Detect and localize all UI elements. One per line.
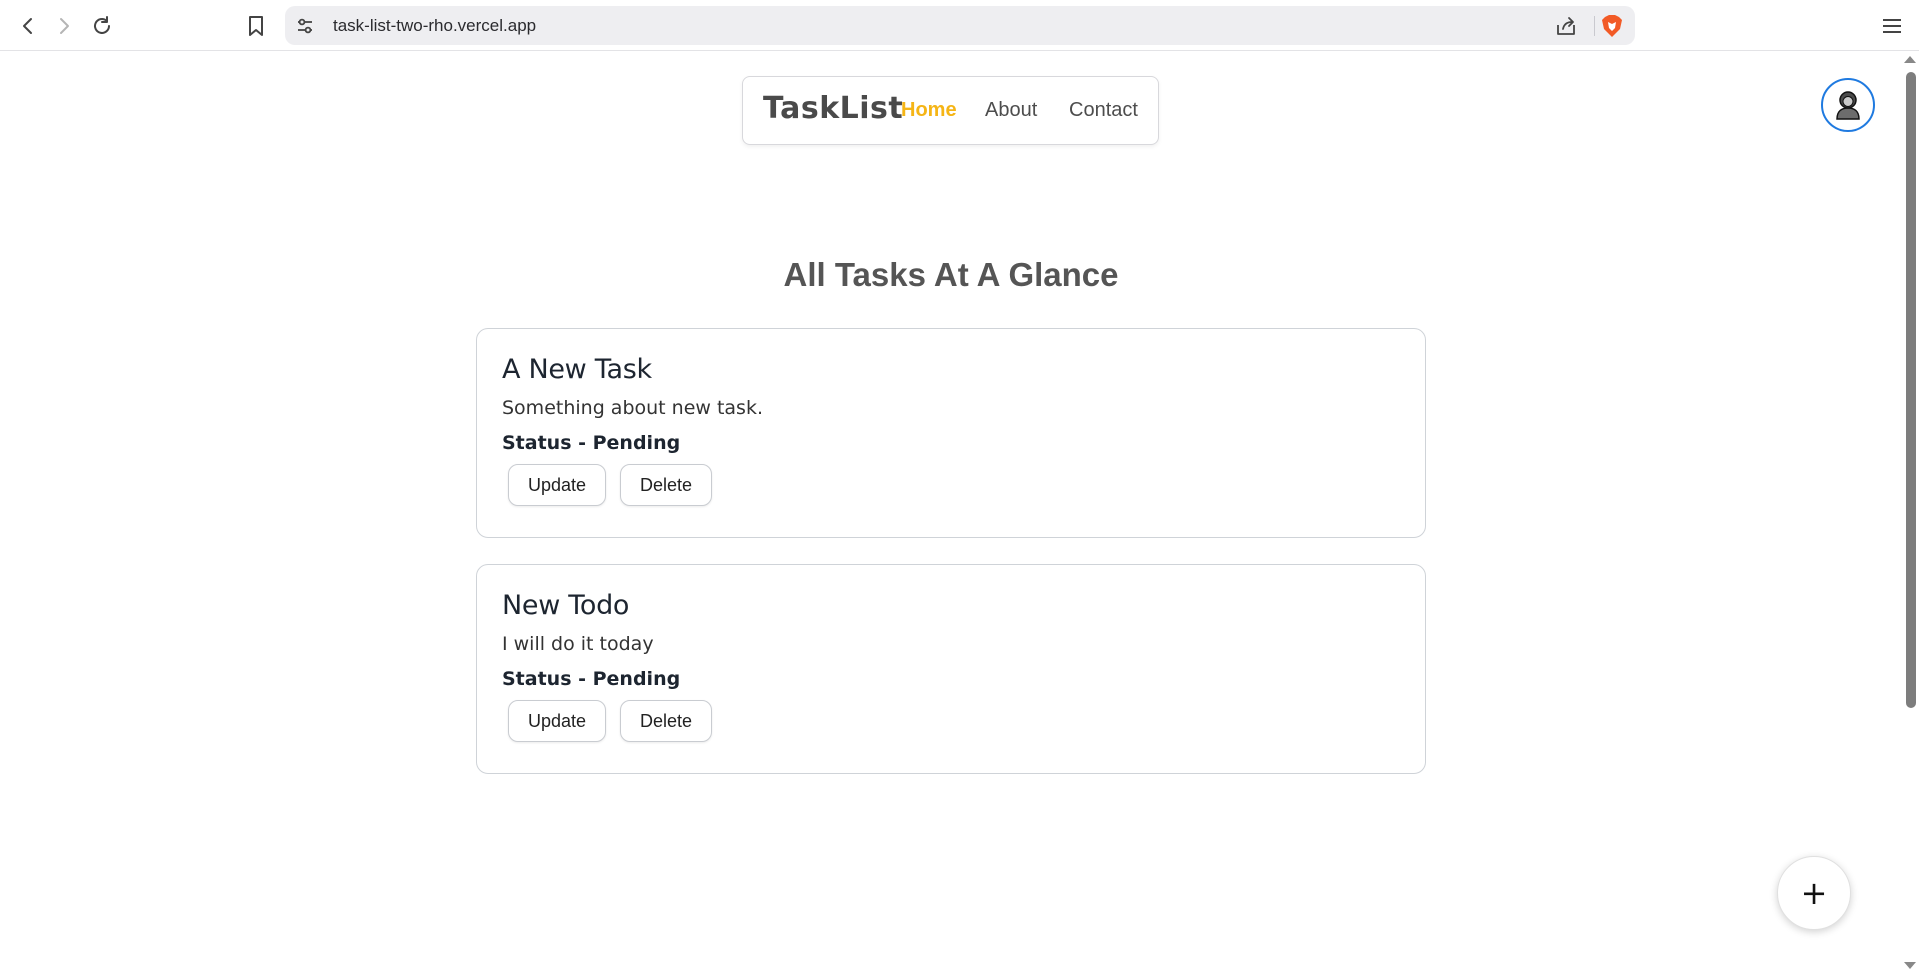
address-bar[interactable]: task-list-two-rho.vercel.app (285, 6, 1635, 45)
bookmark-button[interactable] (240, 10, 272, 42)
chevron-left-icon (23, 18, 32, 34)
reload-button[interactable] (86, 10, 118, 42)
task-status: Status - Pending (502, 668, 681, 690)
hamburger-menu-icon (1883, 19, 1901, 33)
url-text[interactable]: task-list-two-rho.vercel.app (333, 6, 536, 45)
brave-lion-icon[interactable] (1601, 14, 1623, 38)
update-button[interactable]: Update (508, 464, 606, 506)
page-title: All Tasks At A Glance (783, 256, 1119, 293)
delete-button[interactable]: Delete (620, 700, 712, 742)
task-description: Something about new task. (502, 397, 763, 419)
reload-icon (94, 16, 110, 34)
update-button[interactable]: Update (508, 700, 606, 742)
site-navbar: TaskList Home About Contact (742, 76, 1159, 145)
add-task-button[interactable]: + (1777, 856, 1851, 930)
menu-button[interactable] (1876, 10, 1908, 42)
address-separator (1594, 16, 1595, 36)
user-avatar-icon (1836, 91, 1860, 120)
scroll-down-arrow-icon[interactable] (1904, 962, 1916, 969)
tune-icon[interactable] (295, 16, 315, 36)
scroll-up-arrow-icon[interactable] (1904, 56, 1916, 63)
chevron-right-icon (60, 18, 69, 34)
user-avatar-button[interactable] (1821, 78, 1875, 132)
nav-link-about[interactable]: About (985, 99, 1037, 122)
nav-link-home[interactable]: Home (901, 99, 957, 122)
task-title: New Todo (502, 590, 630, 621)
scrollbar-thumb[interactable] (1906, 72, 1916, 708)
back-button[interactable] (12, 10, 44, 42)
task-description: I will do it today (502, 633, 654, 655)
brand-logo[interactable]: TaskList (763, 91, 903, 126)
forward-button[interactable] (48, 10, 80, 42)
task-card: A New Task Something about new task. Sta… (476, 328, 1426, 538)
task-card: New Todo I will do it today Status - Pen… (476, 564, 1426, 774)
task-title: A New Task (502, 354, 652, 385)
browser-toolbar: task-list-two-rho.vercel.app (0, 0, 1919, 51)
nav-link-contact[interactable]: Contact (1069, 99, 1138, 122)
bookmark-icon (249, 16, 263, 36)
task-status: Status - Pending (502, 432, 681, 454)
delete-button[interactable]: Delete (620, 464, 712, 506)
share-icon[interactable] (1555, 15, 1577, 37)
